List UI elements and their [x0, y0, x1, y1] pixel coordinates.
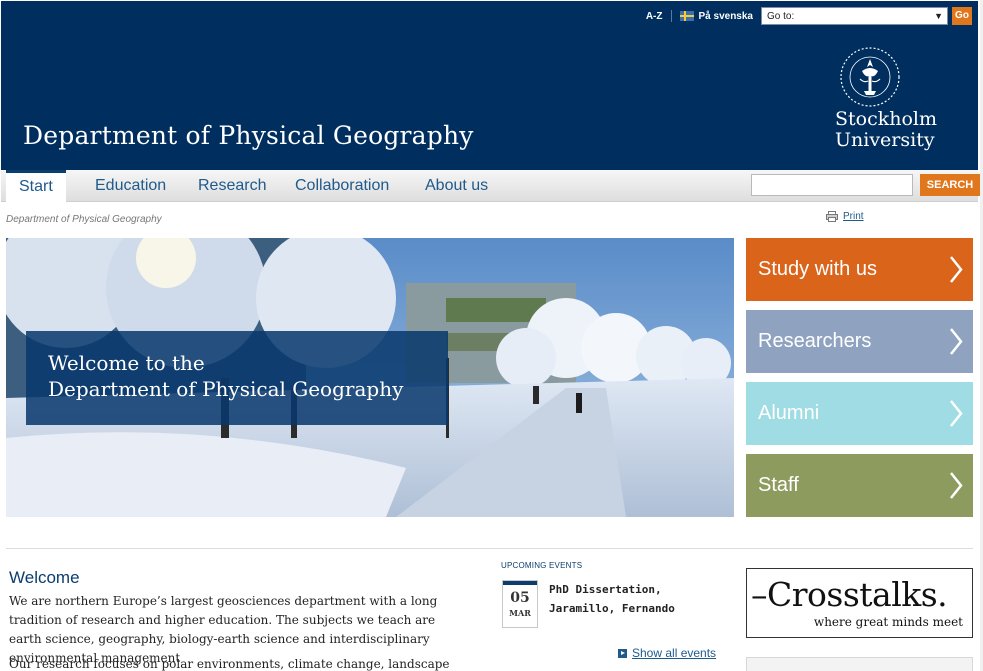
nav-start[interactable]: Start	[6, 170, 66, 202]
printer-icon	[826, 211, 838, 222]
logo-line-stockholm: Stockholm	[835, 108, 938, 130]
welcome-heading: Welcome	[9, 568, 80, 587]
print-link[interactable]: Print	[826, 211, 864, 222]
nav-education[interactable]: Education	[95, 170, 166, 202]
nav-collaboration[interactable]: Collaboration	[295, 170, 389, 202]
swedish-flag-icon	[679, 11, 694, 21]
swedish-language-link[interactable]: På svenska	[699, 11, 754, 22]
nav-research[interactable]: Research	[198, 170, 266, 202]
show-all-events-label: Show all events	[632, 646, 717, 660]
event-date-badge: 05 MAR	[502, 580, 538, 628]
event-title-link[interactable]: PhD Dissertation, Jaramillo, Fernando	[549, 580, 729, 618]
stockholm-university-logo[interactable]: Stockholm University	[833, 45, 953, 155]
tile-label: Researchers	[758, 330, 872, 352]
tile-label: Staff	[758, 474, 799, 496]
site-header: A-Z På svenska Go to: ▼ Go Department of…	[1, 1, 978, 170]
logo-wordmark: Stockholm University	[835, 109, 937, 151]
tile-staff[interactable]: Staff	[746, 454, 973, 517]
main-navigation: Start Education Research Collaboration A…	[1, 170, 980, 202]
tile-label: Alumni	[758, 402, 820, 424]
goto-select-value: Go to:	[767, 11, 795, 22]
hero-banner[interactable]: Welcome to the Department of Physical Ge…	[6, 238, 734, 517]
search-input[interactable]	[751, 174, 913, 196]
upcoming-events-heading: UPCOMING EVENTS	[501, 561, 583, 570]
go-button[interactable]: Go	[952, 7, 972, 25]
event-day: 05	[510, 590, 530, 606]
show-all-events-link[interactable]: Show all events	[618, 646, 716, 660]
tile-researchers[interactable]: Researchers	[746, 310, 973, 373]
welcome-paragraph-2: Our research focuses on polar environmen…	[9, 657, 450, 671]
utility-separator	[670, 10, 672, 22]
az-link[interactable]: A-Z	[646, 11, 663, 22]
department-title[interactable]: Department of Physical Geography	[23, 121, 474, 150]
utility-bar: A-Z På svenska Go to: ▼ Go	[646, 7, 972, 25]
secondary-banner[interactable]	[746, 657, 973, 671]
goto-select[interactable]: Go to: ▼	[761, 7, 948, 25]
hero-caption-line2: Department of Physical Geography	[48, 377, 404, 401]
search-button[interactable]: SEARCH	[920, 174, 980, 196]
crosstalks-logo-text: –Crosstalks.	[751, 575, 948, 614]
tile-alumni[interactable]: Alumni	[746, 382, 973, 445]
chevron-right-icon	[950, 400, 963, 427]
event-month: MAR	[509, 608, 531, 618]
logo-line-university: University	[835, 129, 935, 151]
breadcrumb[interactable]: Department of Physical Geography	[6, 214, 162, 225]
crosstalks-banner[interactable]: –Crosstalks. where great minds meet	[746, 568, 973, 638]
tile-study-with-us[interactable]: Study with us	[746, 238, 973, 301]
dropdown-arrow-icon: ▼	[934, 11, 943, 21]
date-badge-bar	[503, 581, 537, 585]
chevron-right-icon	[950, 256, 963, 283]
university-seal-icon	[840, 47, 900, 107]
crosstalks-tagline: where great minds meet	[813, 615, 963, 629]
tile-label: Study with us	[758, 258, 877, 280]
section-divider	[6, 548, 973, 549]
print-label: Print	[843, 211, 864, 222]
arrow-bullet-icon	[618, 648, 627, 658]
hero-caption-line1: Welcome to the	[48, 351, 205, 375]
chevron-right-icon	[950, 472, 963, 499]
hero-caption: Welcome to the Department of Physical Ge…	[26, 331, 448, 425]
chevron-right-icon	[950, 328, 963, 355]
nav-about-us[interactable]: About us	[425, 170, 488, 202]
